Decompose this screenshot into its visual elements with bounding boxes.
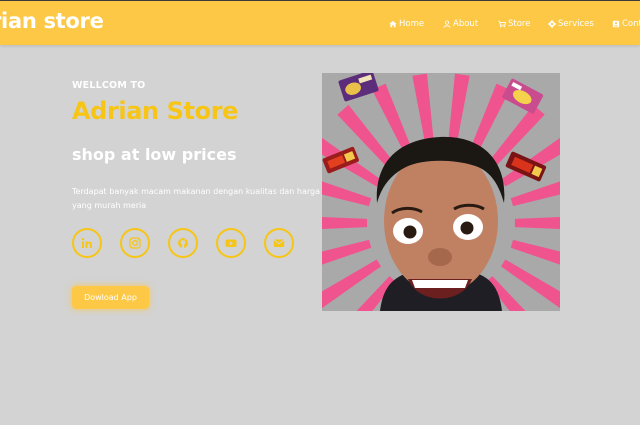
- nav-services-label: Services: [558, 19, 594, 29]
- social-mail[interactable]: [264, 228, 294, 258]
- nav-home[interactable]: Home: [389, 17, 424, 31]
- social-youtube[interactable]: [216, 228, 246, 258]
- brand-logo[interactable]: rian store: [0, 9, 104, 33]
- cart-icon: [498, 20, 506, 28]
- social-linkedin[interactable]: [72, 228, 102, 258]
- nav-about-label: About: [453, 19, 479, 29]
- nav-home-label: Home: [399, 19, 425, 29]
- page: rian store Home About Store Services Con…: [0, 0, 640, 425]
- nav-about[interactable]: About: [443, 17, 478, 31]
- contact-icon: [612, 20, 620, 28]
- main-nav: Home About Store Services Cont: [389, 17, 640, 31]
- github-icon: [177, 237, 189, 249]
- download-app-button[interactable]: Dowload App: [72, 286, 149, 309]
- mail-icon: [273, 237, 285, 249]
- nav-contact[interactable]: Cont: [612, 17, 640, 31]
- linkedin-icon: [81, 237, 93, 249]
- user-icon: [443, 20, 451, 28]
- home-icon: [389, 20, 397, 28]
- hero-photo: [322, 73, 560, 311]
- nav-services[interactable]: Services: [548, 17, 594, 31]
- social-instagram[interactable]: [120, 228, 150, 258]
- nav-store-label: Store: [508, 19, 531, 29]
- youtube-icon: [225, 237, 237, 249]
- gear-icon: [548, 20, 556, 28]
- site-header: rian store Home About Store Services Con…: [0, 0, 640, 45]
- social-github[interactable]: [168, 228, 198, 258]
- instagram-icon: [129, 237, 141, 249]
- person-face: [376, 136, 505, 311]
- hero-tagline: shop at low prices: [72, 145, 237, 164]
- hero-description: Terdapat banyak macam makanan dengan kua…: [72, 187, 321, 210]
- nav-store[interactable]: Store: [498, 17, 530, 31]
- nav-contact-label: Cont: [622, 19, 640, 29]
- hero-title: Adrian Store: [72, 97, 239, 125]
- welcome-text: WELLCOM TO: [72, 80, 146, 91]
